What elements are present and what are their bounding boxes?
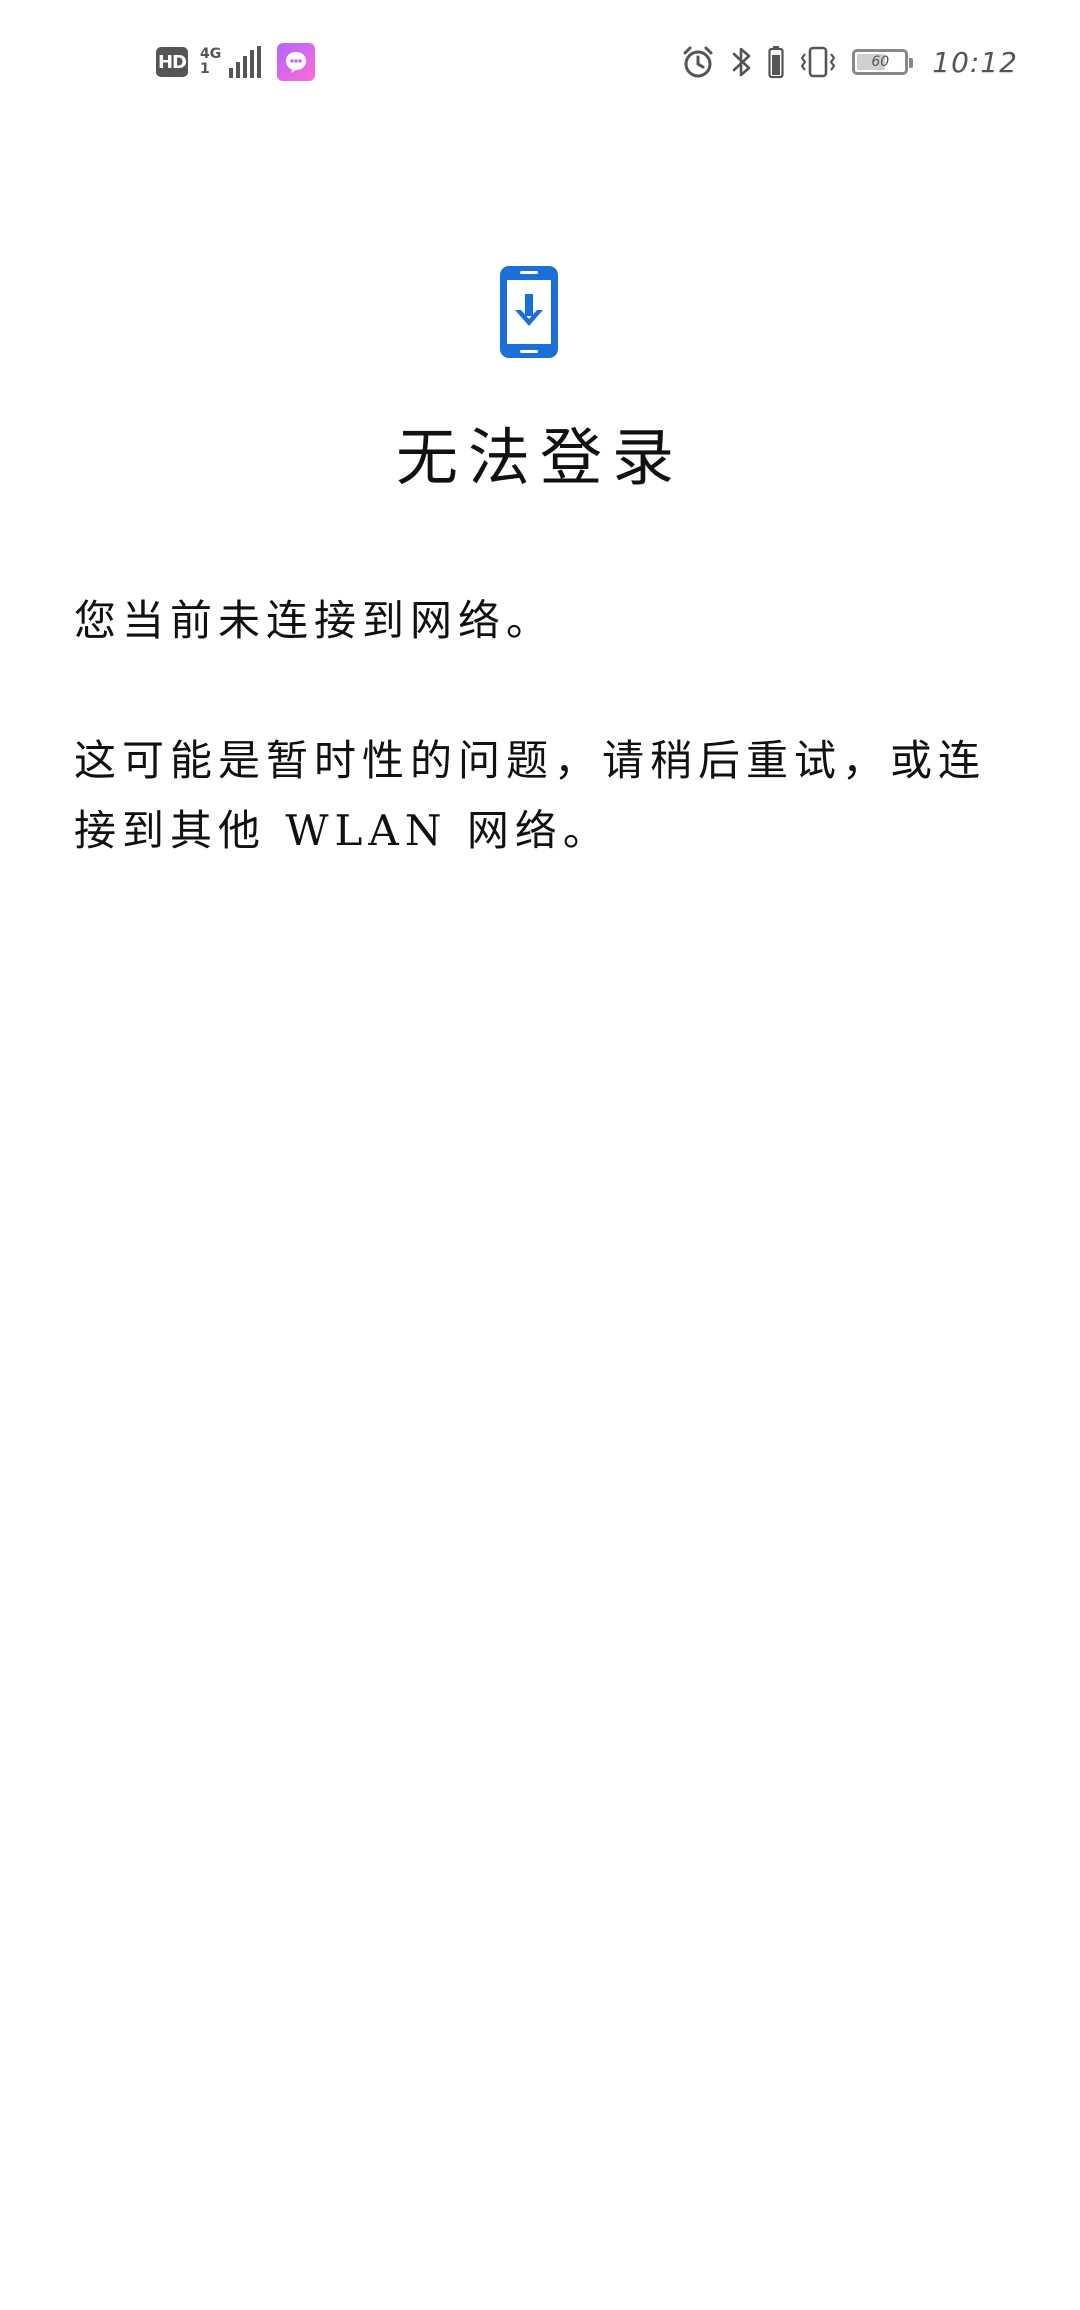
signal-strength-icon — [229, 46, 262, 78]
bluetooth-battery-icon — [768, 46, 784, 79]
bluetooth-icon — [732, 47, 751, 77]
chat-bubble-icon — [277, 43, 316, 81]
retry-hint-message: 这可能是暂时性的问题，请稍后重试，或连接到其他 WLAN 网络。 — [74, 736, 987, 855]
no-network-message: 您当前未连接到网络。 — [74, 596, 555, 645]
phone-download-icon — [500, 266, 558, 358]
vibrate-icon — [801, 46, 836, 78]
status-bar: HD 4G 1 60 10:12 — [0, 0, 1080, 124]
hd-label: HD — [157, 51, 187, 73]
status-left-group: HD 4G 1 — [156, 40, 316, 84]
alarm-icon — [683, 46, 713, 78]
network-type-label: 4G — [200, 46, 222, 62]
battery-icon: 60 — [852, 49, 914, 75]
status-time: 10:12 — [932, 45, 1018, 79]
network-type-indicator: 4G 1 — [200, 47, 221, 77]
battery-percent: 60 — [871, 54, 890, 70]
hd-voice-icon: HD — [156, 47, 188, 77]
network-sub-label: 1 — [200, 61, 210, 77]
page-title: 无法登录 — [395, 421, 684, 494]
status-right-group: 60 10:12 — [680, 40, 1018, 84]
